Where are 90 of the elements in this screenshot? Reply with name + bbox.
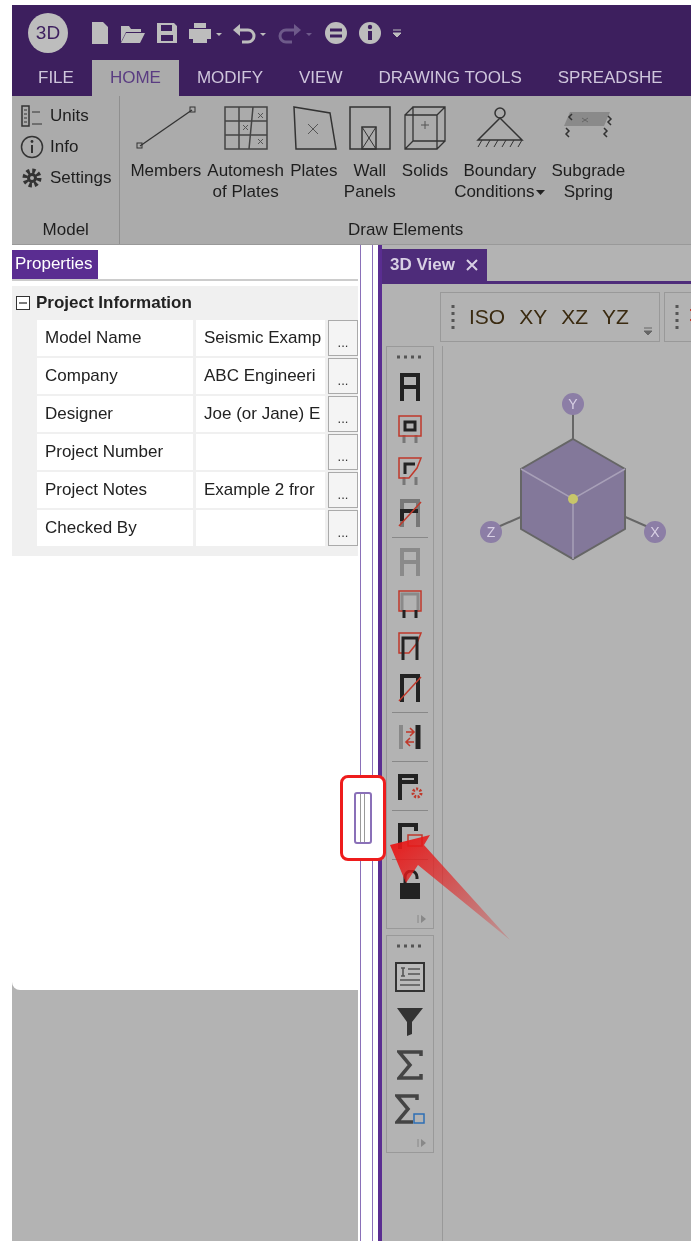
- ribbon-button[interactable]: Solids: [399, 104, 451, 220]
- sigma-table-icon[interactable]: [395, 1094, 425, 1124]
- group-label: Model: [41, 220, 90, 241]
- info-icon[interactable]: [358, 20, 382, 45]
- property-label: Designer: [37, 396, 193, 432]
- frame-box-icon[interactable]: [398, 415, 422, 443]
- frame-box-icon[interactable]: [398, 590, 422, 618]
- ellipsis-button[interactable]: ...: [328, 320, 358, 356]
- info-icon: [20, 135, 44, 159]
- ribbon-tab[interactable]: FILE: [20, 60, 92, 96]
- ribbon-button[interactable]: Units: [20, 102, 112, 130]
- overflow-caret-icon[interactable]: [642, 327, 653, 335]
- property-label: Project Number: [37, 434, 193, 470]
- grip-dots-icon: [397, 944, 423, 948]
- print-icon[interactable]: [188, 21, 222, 44]
- ruler-icon: [20, 104, 44, 128]
- customize-caret-icon[interactable]: [392, 26, 402, 39]
- new-file-icon[interactable]: [90, 20, 110, 45]
- save-icon[interactable]: [156, 21, 178, 44]
- property-value[interactable]: Seismic Examp: [196, 320, 325, 356]
- property-value[interactable]: Example 2 fror: [196, 472, 325, 508]
- settings-icon: [20, 166, 44, 190]
- property-label: Model Name: [37, 320, 193, 356]
- wall-panel-icon: [347, 104, 392, 152]
- sigma-icon[interactable]: [397, 1050, 423, 1080]
- app-logo[interactable]: 3D: [28, 12, 68, 53]
- frame-icon[interactable]: [398, 373, 422, 401]
- line-member-icon: [133, 104, 198, 152]
- ribbon-tab[interactable]: DRAWING TOOLS: [360, 60, 540, 96]
- ribbon-tab[interactable]: MODIFY: [178, 60, 281, 96]
- grip-dots-icon: [397, 355, 423, 359]
- close-icon[interactable]: [464, 258, 479, 272]
- button-label: Solids: [401, 160, 449, 181]
- button-label: Conditions: [454, 181, 546, 202]
- ribbon-button[interactable]: Settings: [20, 164, 112, 192]
- document-tab[interactable]: 3D View: [382, 249, 487, 281]
- view-button[interactable]: XZ: [561, 305, 589, 329]
- ellipsis-button[interactable]: ...: [328, 510, 358, 546]
- view-button[interactable]: YZ: [602, 305, 629, 329]
- dropdown-caret-icon: [536, 189, 546, 196]
- collapse-icon[interactable]: [16, 296, 30, 310]
- undo-icon[interactable]: [232, 21, 268, 44]
- ribbon-button[interactable]: Wall Panels: [341, 104, 398, 220]
- ribbon-tab[interactable]: HOME: [91, 60, 179, 96]
- ribbon-button[interactable]: Info: [20, 133, 112, 161]
- splitter-handle[interactable]: [354, 792, 372, 844]
- equals-circle-icon[interactable]: [324, 20, 348, 45]
- property-label: Project Notes: [37, 472, 193, 508]
- report-icon[interactable]: [395, 962, 425, 992]
- unlocked-padlock-icon[interactable]: [399, 870, 421, 900]
- property-label: Checked By: [37, 510, 193, 546]
- button-label: Plates: [290, 160, 338, 181]
- frame-corner-icon[interactable]: [398, 457, 422, 485]
- property-value[interactable]: Joe (or Jane) E: [196, 396, 325, 432]
- ellipsis-button[interactable]: ...: [328, 396, 358, 432]
- property-label: Company: [37, 358, 193, 394]
- mesh-icon: [221, 104, 270, 152]
- property-value[interactable]: ABC Engineeri: [196, 358, 325, 394]
- view-button[interactable]: XY: [519, 305, 548, 329]
- ribbon-button[interactable]: Plates: [287, 104, 340, 220]
- ellipsis-button[interactable]: ...: [328, 358, 358, 394]
- ellipsis-button[interactable]: ...: [328, 434, 358, 470]
- ribbon-button[interactable]: Members: [128, 104, 204, 220]
- view-button[interactable]: ISO: [469, 305, 506, 329]
- grip-dots-icon: [674, 304, 679, 330]
- button-label: of Plates: [212, 181, 279, 202]
- button-label: Wall: [353, 160, 387, 181]
- group-label: Draw Elements: [347, 220, 465, 241]
- ribbon-tab[interactable]: VIEW: [281, 60, 361, 96]
- button-label: Automesh: [207, 160, 284, 181]
- frame-gear-icon[interactable]: [396, 772, 424, 800]
- frame-slash-icon[interactable]: [398, 674, 422, 702]
- group-title: Project Information: [36, 293, 192, 313]
- frame-corner-icon[interactable]: [398, 632, 422, 660]
- frame-slash-icon[interactable]: [398, 499, 422, 527]
- ribbon-button[interactable]: Boundary Conditions: [452, 104, 548, 220]
- button-label: Panels: [343, 181, 396, 202]
- button-label: Subgrade: [551, 160, 626, 181]
- ribbon-button[interactable]: Subgrade Spring: [549, 104, 628, 220]
- panel-title: Properties: [12, 250, 99, 279]
- cube-icon: [403, 104, 447, 152]
- ellipsis-button[interactable]: ...: [328, 472, 358, 508]
- grip-dots-icon: [451, 304, 455, 330]
- filter-icon[interactable]: [396, 1006, 424, 1036]
- release-arrows-icon[interactable]: [398, 723, 422, 751]
- button-label: Spring: [563, 181, 613, 202]
- ribbon-tab[interactable]: SPREADSHE: [539, 60, 681, 96]
- ribbon-button[interactable]: Automesh of Plates: [205, 104, 286, 220]
- button-label: Members: [130, 160, 202, 181]
- button-label: Boundary: [463, 160, 537, 181]
